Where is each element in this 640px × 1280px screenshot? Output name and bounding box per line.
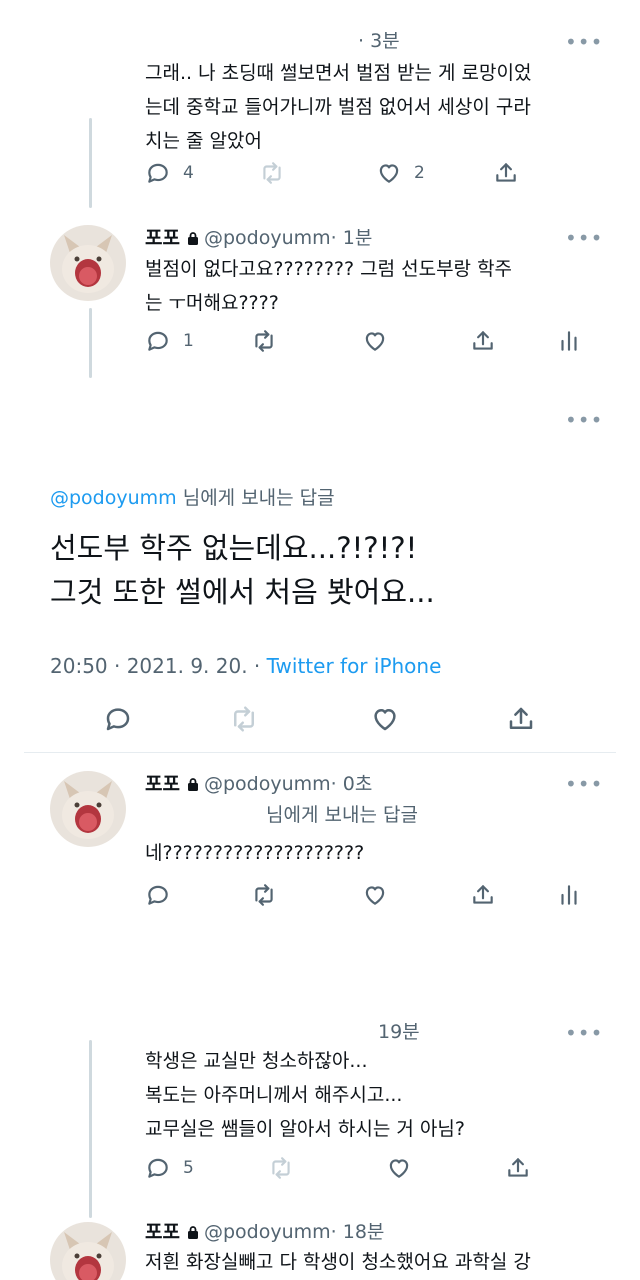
tweet-text: 학생은 교실만 청소하잖아... 복도는 아주머니께서 해주시고... 교무실은…	[145, 1050, 465, 1140]
reply-icon	[148, 163, 168, 183]
avatar[interactable]	[50, 225, 126, 301]
reply-to-handle[interactable]: @podoyumm	[50, 487, 177, 509]
display-name[interactable]: 포포	[145, 1221, 180, 1243]
more-options-icon[interactable]: •••	[565, 228, 603, 248]
analytics-button[interactable]	[556, 328, 582, 354]
reply-button[interactable]: 5	[145, 1155, 194, 1181]
more-options-icon[interactable]: •••	[565, 1023, 603, 1043]
like-button[interactable]: 2	[376, 160, 425, 186]
reply-icon	[106, 708, 130, 731]
divider	[24, 752, 616, 753]
tweet-text: 벌점이 없다고요???????? 그럼 선도부랑 학주 는 ㅜ머해요????	[145, 258, 513, 314]
tweet-text: 네????????????????????	[145, 842, 365, 864]
more-options-icon[interactable]: •••	[565, 410, 603, 430]
tweet-time: · 18분	[330, 1221, 385, 1243]
thread-line	[89, 118, 92, 208]
timestamp-text: 20:50 · 2021. 9. 20. ·	[50, 654, 267, 678]
thread-line	[89, 1040, 92, 1218]
like-icon	[374, 709, 396, 731]
lock-icon	[187, 232, 198, 245]
share-button[interactable]	[470, 882, 496, 908]
tweet-timestamp: 20:50 · 2021. 9. 20. · Twitter for iPhon…	[50, 654, 441, 678]
share-icon	[496, 163, 516, 182]
reply-label: 님에게 보내는 답글	[266, 804, 418, 826]
user-handle[interactable]: @podoyumm	[204, 1221, 331, 1243]
retweet-button[interactable]	[251, 882, 277, 908]
reply-icon	[148, 331, 168, 351]
lock-icon	[187, 778, 198, 791]
display-name[interactable]: 포포	[145, 773, 180, 795]
retweet-button[interactable]	[259, 160, 285, 186]
user-handle[interactable]: @podoyumm	[204, 773, 331, 795]
main-tweet-text: 선도부 학주 없는데요...?!?!?! 그것 또한 썰에서 처음 봣어요...	[50, 531, 435, 609]
more-options-icon[interactable]: •••	[565, 774, 603, 794]
source-link[interactable]: Twitter for iPhone	[267, 654, 442, 678]
like-button[interactable]	[386, 1155, 412, 1181]
tweet-time: · 1분	[330, 227, 373, 249]
like-icon	[389, 1159, 409, 1178]
share-button[interactable]	[493, 160, 519, 186]
lock-icon	[187, 1226, 198, 1239]
avatar[interactable]	[50, 771, 126, 847]
reply-icon	[148, 885, 168, 905]
reply-icon	[148, 1158, 168, 1178]
reply-button[interactable]: 4	[145, 160, 194, 186]
tweet-time: · 3분	[358, 30, 400, 52]
tweet-header: 포포 @podoyumm· 0초	[145, 772, 372, 796]
retweet-icon	[255, 884, 273, 906]
share-icon	[473, 885, 493, 904]
reply-button[interactable]	[103, 704, 133, 734]
display-name[interactable]: 포포	[145, 227, 180, 249]
tweet-text: 그래.. 나 초딩때 썰보면서 벌점 받는 게 로망이었 는데 중학교 들어가니…	[145, 62, 532, 152]
tweet-text: 저흰 화장실빼고 다 학생이 청소했어요 과학실 강	[145, 1251, 531, 1273]
like-icon	[365, 332, 385, 351]
share-button[interactable]	[470, 328, 496, 354]
retweet-button[interactable]	[251, 328, 277, 354]
like-icon	[379, 164, 399, 183]
user-handle[interactable]: @podoyumm	[204, 227, 331, 249]
tweet-time: · 0초	[330, 773, 373, 795]
share-icon	[508, 1158, 528, 1177]
reply-count: 1	[183, 331, 194, 351]
retweet-icon	[255, 330, 273, 352]
like-button[interactable]	[370, 704, 400, 734]
tweet-header: 포포 @podoyumm· 1분	[145, 226, 372, 250]
more-options-icon[interactable]: •••	[565, 32, 603, 52]
reply-to-label: 님에게 보내는 답글	[176, 487, 335, 509]
share-icon	[473, 331, 493, 350]
tweet-time: 19분	[378, 1021, 420, 1043]
thread-line	[89, 308, 92, 378]
share-button[interactable]	[505, 1155, 531, 1181]
reply-count: 5	[183, 1158, 194, 1178]
reply-button[interactable]: 1	[145, 328, 194, 354]
share-icon	[509, 707, 533, 729]
analytics-icon	[561, 331, 577, 351]
like-count: 2	[414, 163, 425, 183]
retweet-icon	[234, 706, 254, 732]
share-button[interactable]	[506, 704, 536, 734]
retweet-button[interactable]	[229, 704, 259, 734]
retweet-icon	[272, 1157, 290, 1179]
analytics-icon	[561, 885, 577, 905]
like-button[interactable]	[362, 882, 388, 908]
retweet-icon	[263, 162, 281, 184]
retweet-button[interactable]	[268, 1155, 294, 1181]
reply-button[interactable]	[145, 882, 171, 908]
avatar[interactable]	[50, 1222, 126, 1280]
tweet-header: 포포 @podoyumm· 18분	[145, 1220, 384, 1244]
like-icon	[365, 886, 385, 905]
reply-count: 4	[183, 163, 194, 183]
analytics-button[interactable]	[556, 882, 582, 908]
reply-context: @podoyumm 님에게 보내는 답글	[50, 486, 335, 510]
like-button[interactable]	[362, 328, 388, 354]
